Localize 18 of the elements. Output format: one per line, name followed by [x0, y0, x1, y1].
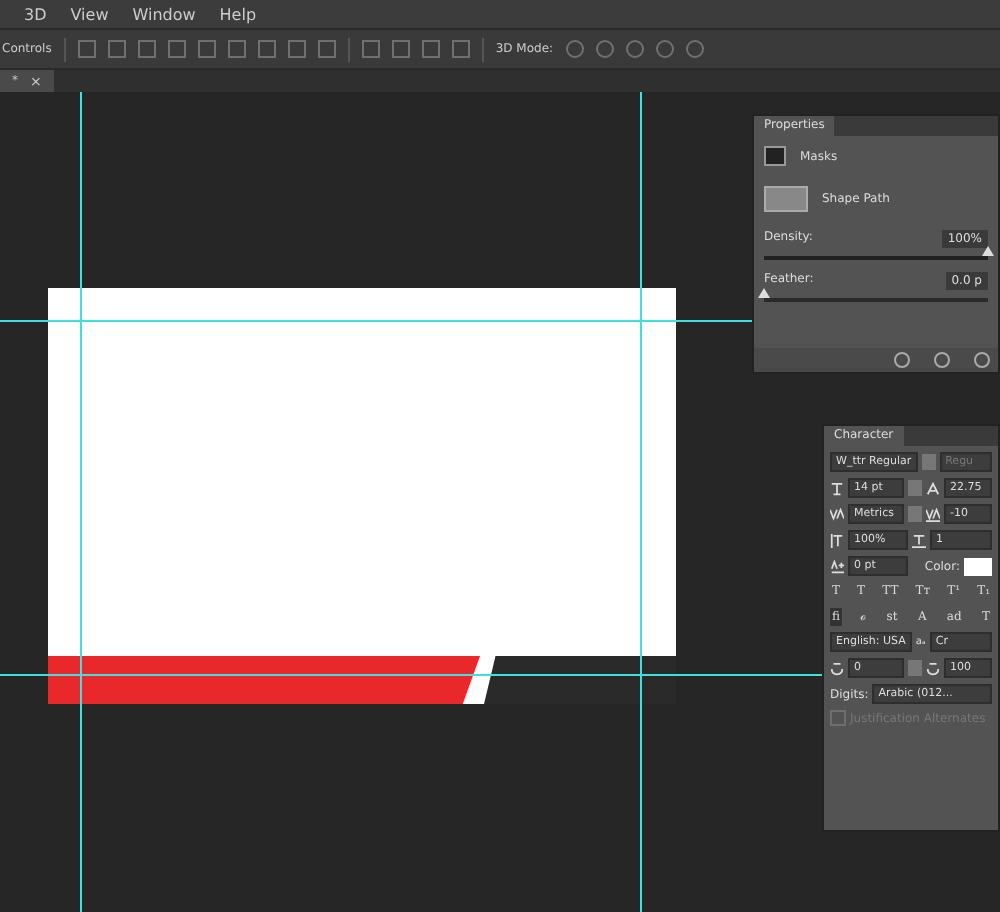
slider-thumb[interactable] — [982, 246, 994, 256]
tracking-icon — [926, 507, 940, 521]
spacing-icon — [926, 661, 940, 675]
menu-item[interactable]: Window — [132, 5, 196, 23]
color-swatch[interactable] — [964, 557, 992, 575]
horizontal-scale-icon — [912, 533, 926, 547]
font-size-icon — [830, 481, 844, 495]
menu-item[interactable]: Help — [219, 5, 257, 23]
menu-item[interactable]: 3D — [24, 5, 47, 23]
vertical-scale-icon — [830, 533, 844, 547]
slider-thumb[interactable] — [758, 288, 770, 298]
kerning-icon — [830, 507, 844, 521]
baseline-icon — [830, 559, 844, 573]
mask-icon — [764, 146, 786, 166]
leading-icon — [926, 481, 940, 495]
menu-item[interactable]: View — [70, 5, 109, 23]
spacing-icon — [830, 661, 844, 675]
layer-thumbnail — [764, 186, 808, 212]
